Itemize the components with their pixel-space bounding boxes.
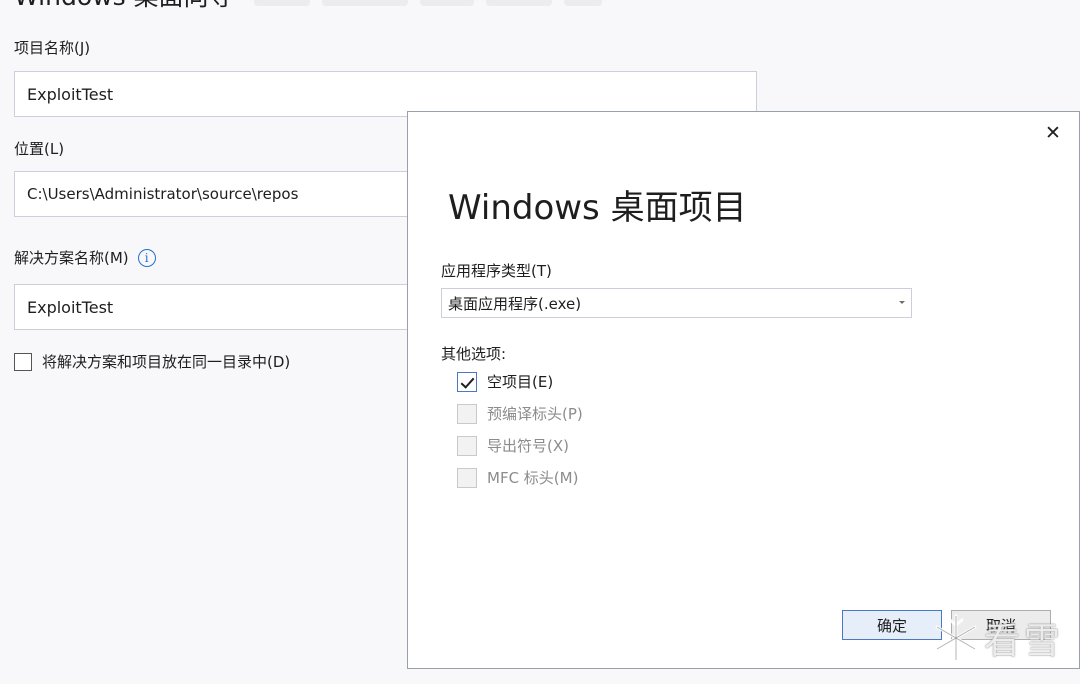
option-mfc-header: MFC 标头(M) [457,467,578,488]
app-type-label: 应用程序类型(T) [441,262,552,280]
option-empty-project[interactable]: 空项目(E) [457,371,553,392]
page-title: Windows 桌面向导 [14,0,234,9]
option-export-symbols: 导出符号(X) [457,435,569,456]
export-symbols-label: 导出符号(X) [487,437,569,455]
location-label: 位置(L) [14,140,65,158]
cancel-button[interactable]: 取消 [951,610,1051,640]
mfc-header-label: MFC 标头(M) [487,469,579,487]
ok-button[interactable]: 确定 [842,610,942,640]
close-icon: ✕ [1045,122,1061,144]
dialog-title: Windows 桌面项目 [448,188,747,228]
bg-title-row: Windows 桌面向导 [14,0,234,9]
tag-chip[interactable] [486,0,552,6]
option-precompiled-header: 预编译标头(P) [457,403,583,424]
tag-chip[interactable] [254,0,310,6]
mfc-header-checkbox [457,467,477,488]
same-dir-checkbox[interactable] [14,352,32,371]
tag-chip[interactable] [420,0,474,6]
chevron-down-icon [899,301,905,304]
app-type-selected-value: 桌面应用程序(.exe) [448,294,582,313]
checkmark-icon [460,373,475,389]
tag-chip[interactable] [322,0,408,6]
solution-name-label-row: 解决方案名称(M) i [14,247,156,268]
precompiled-header-label: 预编译标头(P) [487,405,583,423]
info-icon[interactable]: i [137,248,156,267]
close-button[interactable]: ✕ [1043,122,1063,144]
tag-chip[interactable] [564,0,602,6]
solution-name-label: 解决方案名称(M) [14,249,129,267]
export-symbols-checkbox [457,435,477,456]
same-dir-checkbox-row[interactable]: 将解决方案和项目放在同一目录中(D) [14,351,290,372]
empty-project-label: 空项目(E) [487,373,554,391]
windows-desktop-project-dialog: ✕ Windows 桌面项目 应用程序类型(T) 桌面应用程序(.exe) 其他… [407,111,1080,669]
precompiled-header-checkbox [457,403,477,424]
empty-project-checkbox[interactable] [457,371,477,392]
same-dir-checkbox-label: 将解决方案和项目放在同一目录中(D) [42,353,291,371]
other-options-label: 其他选项: [441,345,507,363]
app-type-select[interactable]: 桌面应用程序(.exe) [441,288,912,318]
project-name-label: 项目名称(J) [14,39,91,57]
